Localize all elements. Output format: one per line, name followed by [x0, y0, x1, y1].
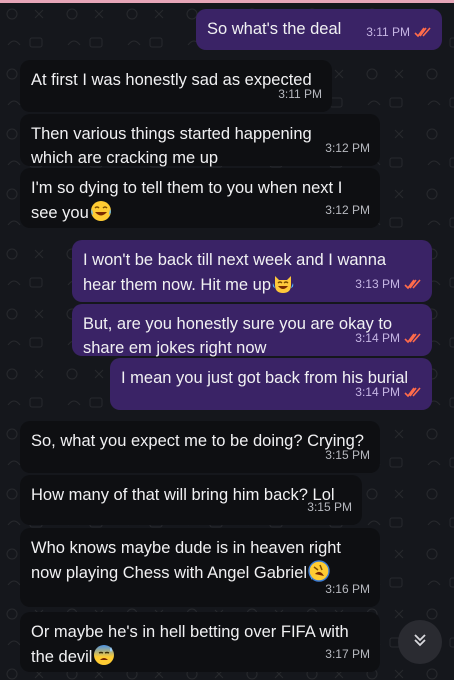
message-meta: 3:12 PM: [325, 198, 370, 222]
message-incoming[interactable]: Then various things started happening wh…: [20, 114, 380, 167]
message-outgoing[interactable]: But, are you honestly sure you are okay …: [72, 304, 432, 357]
message-meta: 3:14 PM: [355, 380, 422, 404]
message-time: 3:11 PM: [278, 87, 322, 101]
message-meta: 3:15 PM: [307, 495, 352, 519]
cold-sweat-emoji: [93, 644, 115, 666]
double-check-icon: [404, 386, 422, 398]
message-outgoing[interactable]: I won't be back till next week and I wan…: [72, 240, 432, 302]
message-time: 3:17 PM: [325, 647, 370, 661]
chevron-double-down-icon: [411, 631, 429, 654]
message-time: 3:14 PM: [355, 331, 400, 345]
message-text: Then various things started happening wh…: [31, 125, 312, 167]
cat-laughing-emoji: [272, 272, 294, 294]
message-text: I'm so dying to tell them to you when ne…: [31, 176, 369, 225]
message-incoming[interactable]: I'm so dying to tell them to you when ne…: [20, 168, 380, 228]
message-text: Who knows maybe dude is in heaven right …: [31, 536, 369, 585]
message-outgoing[interactable]: So what's the deal 3:11 PM: [196, 9, 442, 50]
message-meta: 3:17 PM: [325, 642, 370, 666]
message-text-content: I won't be back till next week and I wan…: [83, 251, 387, 294]
message-text-content: Who knows maybe dude is in heaven right …: [31, 539, 342, 582]
message-meta: 3:13 PM: [355, 272, 422, 296]
message-meta: 3:11 PM: [278, 82, 322, 106]
message-time: 3:14 PM: [355, 385, 400, 399]
message-incoming[interactable]: Or maybe he's in hell betting over FIFA …: [20, 612, 380, 672]
message-outgoing[interactable]: I mean you just got back from his burial…: [110, 358, 432, 410]
message-meta: 3:16 PM: [325, 577, 370, 601]
double-check-icon: [404, 332, 422, 344]
scroll-to-bottom-button[interactable]: [398, 620, 442, 664]
message-text: Or maybe he's in hell betting over FIFA …: [31, 620, 369, 669]
message-time: 3:15 PM: [307, 500, 352, 514]
message-meta: 3:14 PM: [355, 326, 422, 350]
message-time: 3:15 PM: [325, 448, 370, 462]
message-time: 3:13 PM: [355, 277, 400, 291]
message-incoming[interactable]: At first I was honestly sad as expected …: [20, 60, 332, 112]
message-text-content: Or maybe he's in hell betting over FIFA …: [31, 623, 349, 666]
message-text-content: I'm so dying to tell them to you when ne…: [31, 179, 343, 222]
message-incoming[interactable]: So, what you expect me to be doing? Cryi…: [20, 421, 380, 473]
message-time: 3:12 PM: [325, 141, 370, 155]
message-meta: 3:15 PM: [325, 443, 370, 467]
double-check-icon: [404, 278, 422, 290]
message-time: 3:11 PM: [366, 25, 410, 39]
message-meta: 3:12 PM: [325, 136, 370, 160]
message-time: 3:16 PM: [325, 582, 370, 596]
message-meta: 3:11 PM: [366, 20, 432, 44]
message-incoming[interactable]: Who knows maybe dude is in heaven right …: [20, 528, 380, 607]
double-check-icon: [414, 26, 432, 38]
message-text: So, what you expect me to be doing? Cryi…: [31, 432, 364, 450]
crying-laughing-emoji: [90, 200, 112, 222]
message-text: How many of that will bring him back? Lo…: [31, 486, 335, 504]
message-incoming[interactable]: How many of that will bring him back? Lo…: [20, 475, 362, 525]
message-time: 3:12 PM: [325, 203, 370, 217]
